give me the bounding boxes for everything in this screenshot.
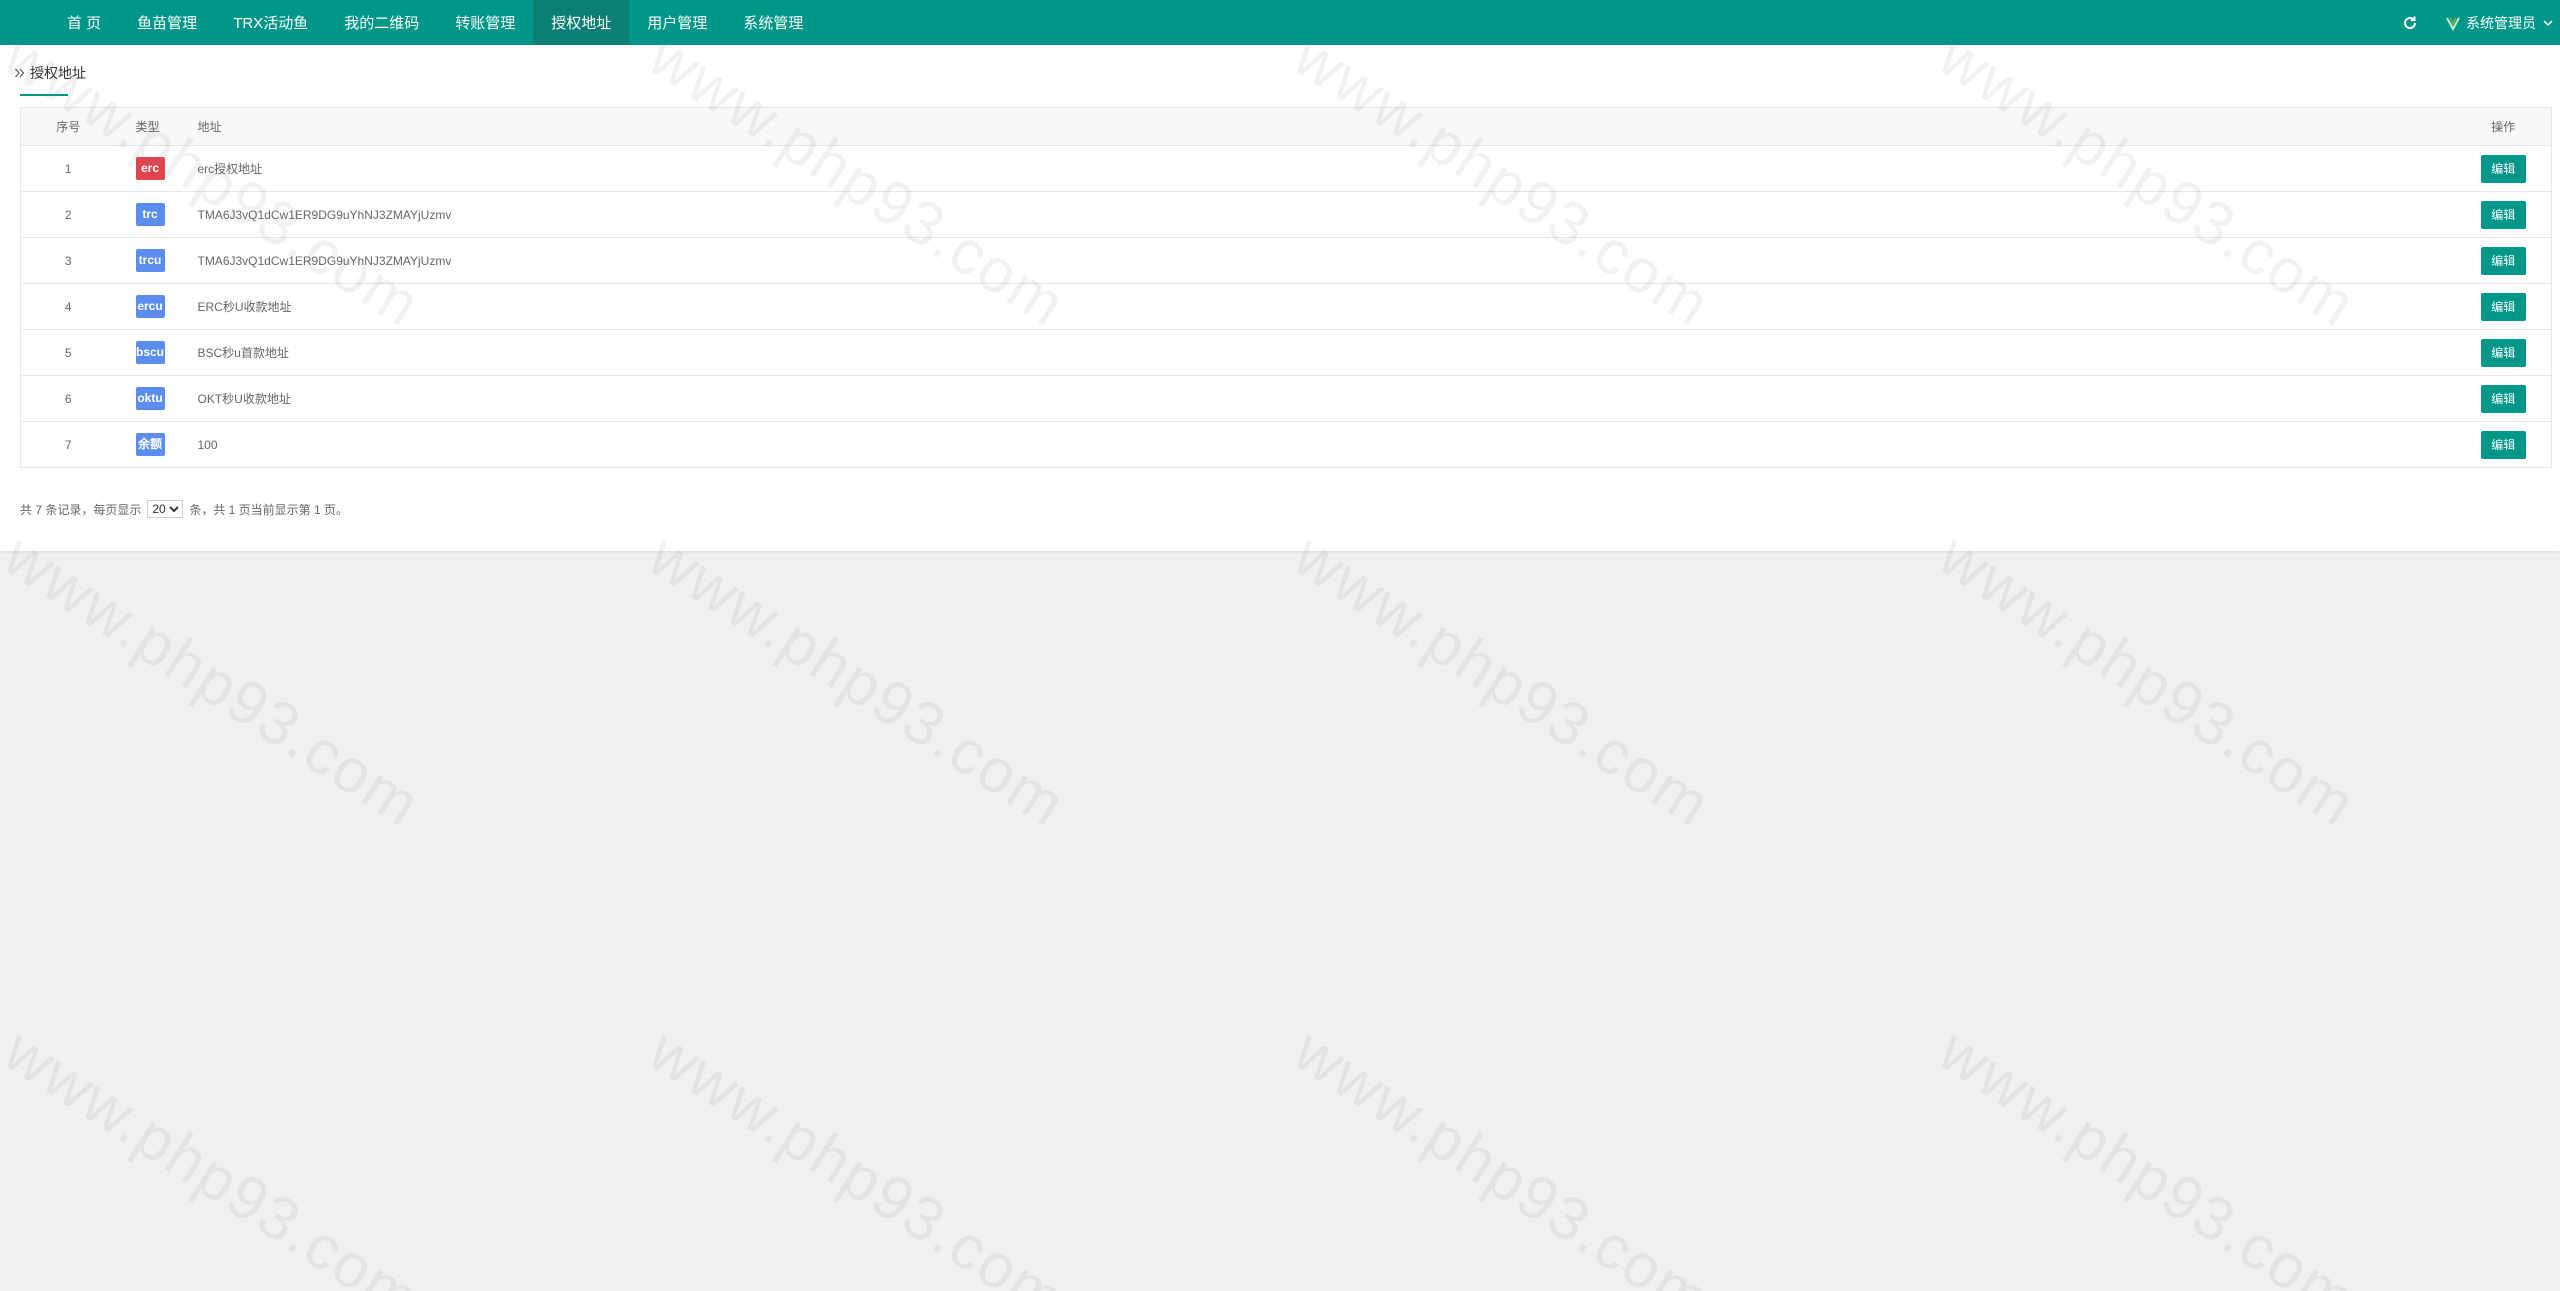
- edit-button[interactable]: 编辑: [2480, 154, 2526, 183]
- row-address: OKT秒U收款地址: [197, 392, 291, 406]
- row-type: oktu: [116, 376, 198, 422]
- edit-button[interactable]: 编辑: [2480, 200, 2526, 229]
- type-badge: 余额: [135, 433, 165, 456]
- row-index: 5: [64, 345, 72, 360]
- table-row: 6 oktu OKT秒U收款地址 编辑: [20, 376, 2552, 422]
- pagination-info: 共 7 条记录，每页显示 20 条，共 1 页当前显示第 1 页。: [20, 500, 348, 518]
- edit-button[interactable]: 编辑: [2480, 384, 2526, 413]
- row-index: 7: [64, 437, 72, 452]
- row-type: ercu: [116, 284, 198, 330]
- nav-right-area: 系统管理员: [2390, 0, 2560, 45]
- row-type: 余额: [116, 422, 198, 468]
- row-address: 100: [197, 437, 218, 452]
- row-index: 1: [64, 161, 72, 176]
- type-badge: erc: [135, 157, 165, 180]
- row-index: 4: [64, 299, 72, 314]
- main-panel: 授权地址 序号 类型 地址 操作 1 erc erc授权地址 编辑 2 trc …: [0, 45, 2560, 551]
- row-address: TMA6J3vQ1dCw1ER9DG9uYhNJ3ZMAYjUzmv: [197, 253, 452, 268]
- row-operation: 编辑: [2456, 330, 2552, 376]
- row-type: erc: [116, 146, 198, 192]
- row-address: ERC秒U收款地址: [197, 300, 292, 314]
- watermark-text: www.php93.com: [1926, 520, 2368, 841]
- table-header-row: 序号 类型 地址 操作: [20, 107, 2552, 146]
- type-badge: trc: [135, 203, 165, 226]
- row-type: trc: [116, 192, 198, 238]
- type-badge: oktu: [135, 387, 165, 410]
- table-row: 4 ercu ERC秒U收款地址 编辑: [20, 284, 2552, 330]
- row-type: trcu: [116, 238, 198, 284]
- row-address: TMA6J3vQ1dCw1ER9DG9uYhNJ3ZMAYjUzmv: [197, 207, 452, 222]
- breadcrumb-title: 授权地址: [30, 65, 86, 81]
- edit-button[interactable]: 编辑: [2480, 430, 2526, 459]
- row-operation: 编辑: [2456, 238, 2552, 284]
- type-badge: ercu: [135, 295, 165, 318]
- edit-button[interactable]: 编辑: [2480, 246, 2526, 275]
- nav-item-trx-activity[interactable]: TRX活动鱼: [215, 0, 326, 45]
- nav-item-auth-address[interactable]: 授权地址: [533, 0, 630, 45]
- row-operation: 编辑: [2456, 192, 2552, 238]
- header-index: 序号: [20, 107, 116, 146]
- nav-item-my-qrcode[interactable]: 我的二维码: [326, 0, 437, 45]
- watermark-text: www.php93.com: [0, 1015, 433, 1291]
- pager-suffix: 条，共 1 页当前显示第 1 页。: [189, 502, 349, 517]
- double-chevron-right-icon: [14, 67, 26, 79]
- top-navigation-bar: 首 页 鱼苗管理 TRX活动鱼 我的二维码 转账管理 授权地址 用户管理 系统管…: [0, 0, 2560, 45]
- auth-address-table: 序号 类型 地址 操作 1 erc erc授权地址 编辑 2 trc TMA6J…: [20, 107, 2552, 468]
- user-menu[interactable]: 系统管理员: [2444, 13, 2560, 33]
- row-operation: 编辑: [2456, 376, 2552, 422]
- refresh-button[interactable]: [2390, 0, 2430, 45]
- watermark-text: www.php93.com: [0, 520, 433, 841]
- page-size-select[interactable]: 20: [147, 500, 184, 518]
- breadcrumb: 授权地址: [14, 63, 86, 83]
- table-row: 7 余额 100 编辑: [20, 422, 2552, 468]
- chevron-down-icon: [2542, 17, 2554, 29]
- row-type: bscu: [116, 330, 198, 376]
- row-operation: 编辑: [2456, 422, 2552, 468]
- watermark-text: www.php93.com: [1926, 1015, 2368, 1291]
- type-badge: trcu: [135, 249, 165, 272]
- row-index: 3: [64, 253, 72, 268]
- nav-item-transfer-management[interactable]: 转账管理: [437, 0, 533, 45]
- table-row: 1 erc erc授权地址 编辑: [20, 146, 2552, 192]
- pager-prefix: 共 7 条记录，每页显示: [20, 502, 142, 517]
- row-index: 6: [64, 391, 72, 406]
- watermark-text: www.php93.com: [1281, 1015, 1723, 1291]
- nav-menu: 首 页 鱼苗管理 TRX活动鱼 我的二维码 转账管理 授权地址 用户管理 系统管…: [0, 0, 821, 45]
- row-operation: 编辑: [2456, 146, 2552, 192]
- watermark-text: www.php93.com: [636, 520, 1078, 841]
- watermark-text: www.php93.com: [636, 1015, 1078, 1291]
- row-operation: 编辑: [2456, 284, 2552, 330]
- nav-item-fry-management[interactable]: 鱼苗管理: [119, 0, 215, 45]
- row-address: BSC秒u首款地址: [197, 346, 289, 360]
- watermark-text: www.php93.com: [1281, 520, 1723, 841]
- edit-button[interactable]: 编辑: [2480, 292, 2526, 321]
- row-address: erc授权地址: [197, 162, 263, 176]
- user-name: 系统管理员: [2466, 14, 2536, 31]
- breadcrumb-underline: [20, 94, 68, 96]
- nav-item-home[interactable]: 首 页: [49, 0, 119, 45]
- edit-button[interactable]: 编辑: [2480, 338, 2526, 367]
- nav-item-user-management[interactable]: 用户管理: [629, 0, 725, 45]
- header-type: 类型: [115, 107, 198, 146]
- user-v-icon: [2444, 14, 2462, 32]
- table-row: 3 trcu TMA6J3vQ1dCw1ER9DG9uYhNJ3ZMAYjUzm…: [20, 238, 2552, 284]
- header-operation: 操作: [2455, 107, 2552, 146]
- table-row: 5 bscu BSC秒u首款地址 编辑: [20, 330, 2552, 376]
- header-address: 地址: [197, 107, 2456, 146]
- nav-item-system-management[interactable]: 系统管理: [725, 0, 821, 45]
- table-row: 2 trc TMA6J3vQ1dCw1ER9DG9uYhNJ3ZMAYjUzmv…: [20, 192, 2552, 238]
- row-index: 2: [64, 207, 72, 222]
- type-badge: bscu: [135, 341, 165, 364]
- refresh-icon: [2404, 16, 2417, 29]
